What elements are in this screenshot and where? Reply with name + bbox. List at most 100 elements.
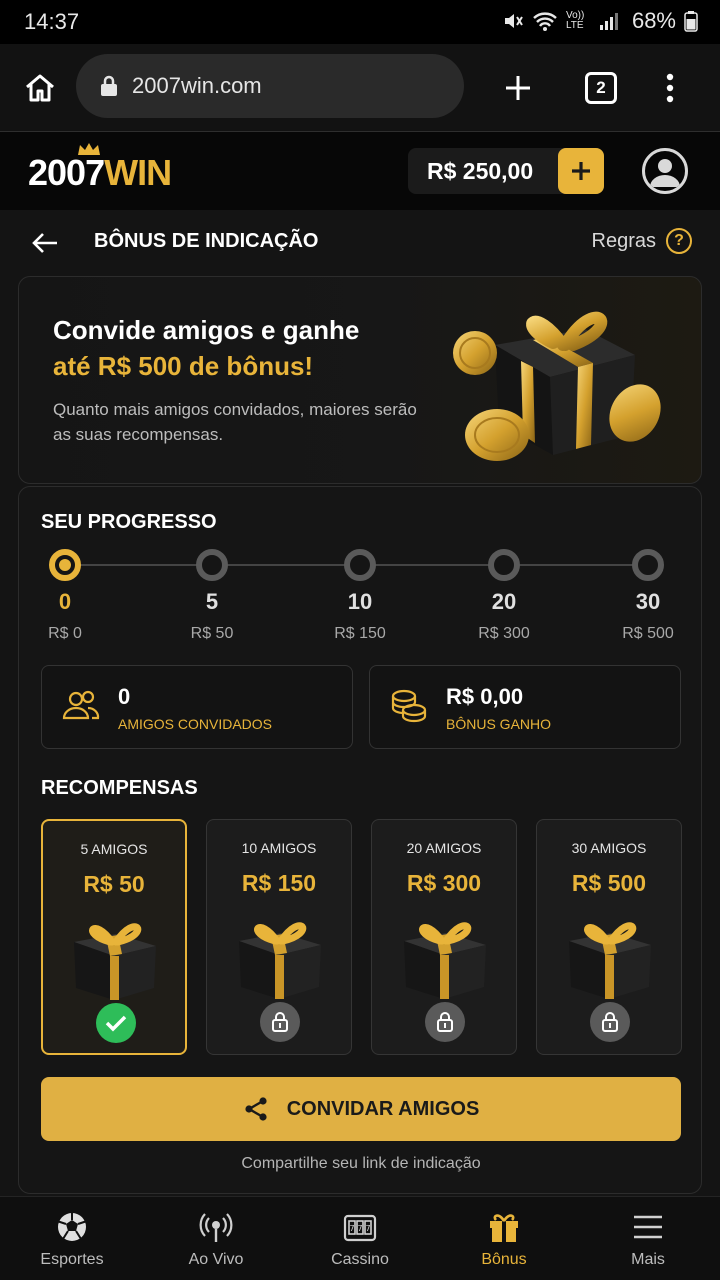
nav-label: Ao Vivo <box>188 1251 244 1268</box>
address-bar[interactable]: 2007win.com <box>76 54 464 118</box>
hero-banner: Convide amigos e ganhe até R$ 500 de bôn… <box>18 276 702 484</box>
reward-amount: R$ 500 <box>571 870 647 896</box>
check-icon <box>105 1015 127 1032</box>
battery-percent: 68% <box>631 8 676 33</box>
invite-friends-button[interactable]: CONVIDAR AMIGOS <box>41 1077 681 1141</box>
bonus-earned-amount: R$ 0,00 <box>446 684 524 709</box>
status-bar: 14:37 Vo)) LTE 68% <box>0 0 720 44</box>
gift-icon <box>486 1209 522 1245</box>
step-count: 10 <box>347 589 373 614</box>
reward-amount: R$ 300 <box>406 870 482 896</box>
step-count: 5 <box>205 589 219 614</box>
nav-label: Bônus <box>481 1251 527 1268</box>
url-text: 2007win.com <box>132 73 262 98</box>
nav-item-bonus[interactable]: Bônus <box>432 1197 576 1280</box>
progress-step: 30 R$ 500 <box>603 549 693 643</box>
rules-link[interactable]: Regras ? <box>592 228 692 254</box>
hero-highlight: até R$ 500 de bônus! <box>53 351 314 381</box>
arrow-left-icon <box>32 233 57 253</box>
help-icon: ? <box>666 228 692 254</box>
gift-box-icon <box>74 923 156 1000</box>
user-icon <box>650 159 680 187</box>
logo-word: WIN <box>104 152 172 193</box>
step-count: 30 <box>635 589 661 614</box>
deposit-button[interactable] <box>558 148 604 194</box>
step-count: 0 <box>58 589 72 614</box>
progress-card: SEU PROGRESSO 0 R$ 0 5 R$ 50 10 R$ 150 2… <box>18 486 702 1194</box>
bonus-earned-stat: R$ 0,00 BÔNUS GANHO <box>369 665 681 749</box>
progress-step: 5 R$ 50 <box>167 549 257 643</box>
app-header: 2007WIN R$ 250,00 <box>0 132 720 210</box>
step-value: R$ 300 <box>478 625 530 642</box>
signal-icon <box>599 13 618 30</box>
kebab-menu-icon <box>666 73 674 103</box>
user-avatar[interactable] <box>642 148 688 194</box>
svg-text:7: 7 <box>365 1224 370 1233</box>
hero-title: Convide amigos e ganhe <box>53 315 360 345</box>
step-count: 20 <box>491 589 517 614</box>
locked-badge <box>590 1002 630 1042</box>
reward-amount: R$ 50 <box>83 871 145 897</box>
home-button[interactable] <box>18 66 62 110</box>
locked-badge <box>425 1002 465 1042</box>
progress-step: 20 R$ 300 <box>459 549 549 643</box>
progress-title: SEU PROGRESSO <box>41 511 217 533</box>
reward-amount: R$ 150 <box>241 870 317 896</box>
lock-icon <box>101 75 117 96</box>
reward-label: 10 AMIGOS <box>241 840 317 856</box>
browser-toolbar: 2007win.com 2 <box>0 44 720 132</box>
nav-item-mais[interactable]: Mais <box>576 1197 720 1280</box>
reward-card[interactable]: 30 AMIGOS R$ 500 <box>536 819 682 1055</box>
step-dot-active <box>49 549 81 581</box>
nav-item-esportes[interactable]: Esportes <box>0 1197 144 1280</box>
status-icons: Vo)) LTE 68% <box>502 8 698 34</box>
bottom-navigation: Esportes Ao Vivo 777 Cassino Bônus Mais <box>0 1196 720 1280</box>
referral-page: BÔNUS DE INDICAÇÃO Regras ? Convide amig… <box>0 210 720 1196</box>
nav-item-cassino[interactable]: 777 Cassino <box>288 1197 432 1280</box>
nav-item-ao-vivo[interactable]: Ao Vivo <box>144 1197 288 1280</box>
nav-label: Cassino <box>331 1251 389 1268</box>
nav-label: Mais <box>631 1251 665 1268</box>
progress-step: 10 R$ 150 <box>315 549 405 643</box>
nav-label: Esportes <box>40 1251 104 1268</box>
browser-menu-button[interactable] <box>656 66 684 110</box>
balance-amount: R$ 250,00 <box>427 158 534 184</box>
new-tab-button[interactable] <box>496 66 540 110</box>
step-dot <box>344 549 376 581</box>
svg-text:7: 7 <box>349 1224 354 1233</box>
wifi-icon <box>533 12 557 31</box>
site-logo[interactable]: 2007WIN <box>28 143 172 194</box>
network-label: Vo)) LTE <box>565 10 585 31</box>
step-dot <box>632 549 664 581</box>
rewards-title: RECOMPENSAS <box>41 777 198 799</box>
lock-icon <box>437 1012 453 1032</box>
gift-box-icon <box>404 922 486 999</box>
reward-card[interactable]: 10 AMIGOS R$ 150 <box>206 819 352 1055</box>
back-button[interactable] <box>28 228 62 258</box>
friends-invited-count: 0 <box>118 684 131 709</box>
rules-label: Regras <box>591 229 656 252</box>
reward-label: 30 AMIGOS <box>571 840 647 856</box>
achieved-badge <box>96 1003 136 1043</box>
tab-switcher-button[interactable]: 2 <box>585 72 617 104</box>
hero-description: Quanto mais amigos convidados, maiores s… <box>53 400 417 444</box>
coins-stack-icon <box>391 689 427 723</box>
reward-card[interactable]: 5 AMIGOS R$ 50 <box>41 819 187 1055</box>
logo-number: 2007 <box>28 152 105 193</box>
gift-box-icon <box>239 922 321 999</box>
gift-box-icon <box>569 922 651 999</box>
bonus-earned-label: BÔNUS GANHO <box>446 716 552 732</box>
progress-step: 0 R$ 0 <box>20 549 110 643</box>
mute-icon <box>504 14 523 28</box>
slot-machine-icon: 777 <box>342 1209 378 1245</box>
invite-friends-label: CONVIDAR AMIGOS <box>286 1097 480 1120</box>
locked-badge <box>260 1002 300 1042</box>
friends-invited-label: AMIGOS CONVIDADOS <box>118 716 273 732</box>
gift-with-coins-illustration <box>453 311 661 461</box>
reward-card[interactable]: 20 AMIGOS R$ 300 <box>371 819 517 1055</box>
friends-invited-stat: 0 AMIGOS CONVIDADOS <box>41 665 353 749</box>
step-value: R$ 0 <box>48 625 82 642</box>
lock-icon <box>272 1012 288 1032</box>
home-icon <box>26 74 54 102</box>
reward-label: 20 AMIGOS <box>406 840 482 856</box>
